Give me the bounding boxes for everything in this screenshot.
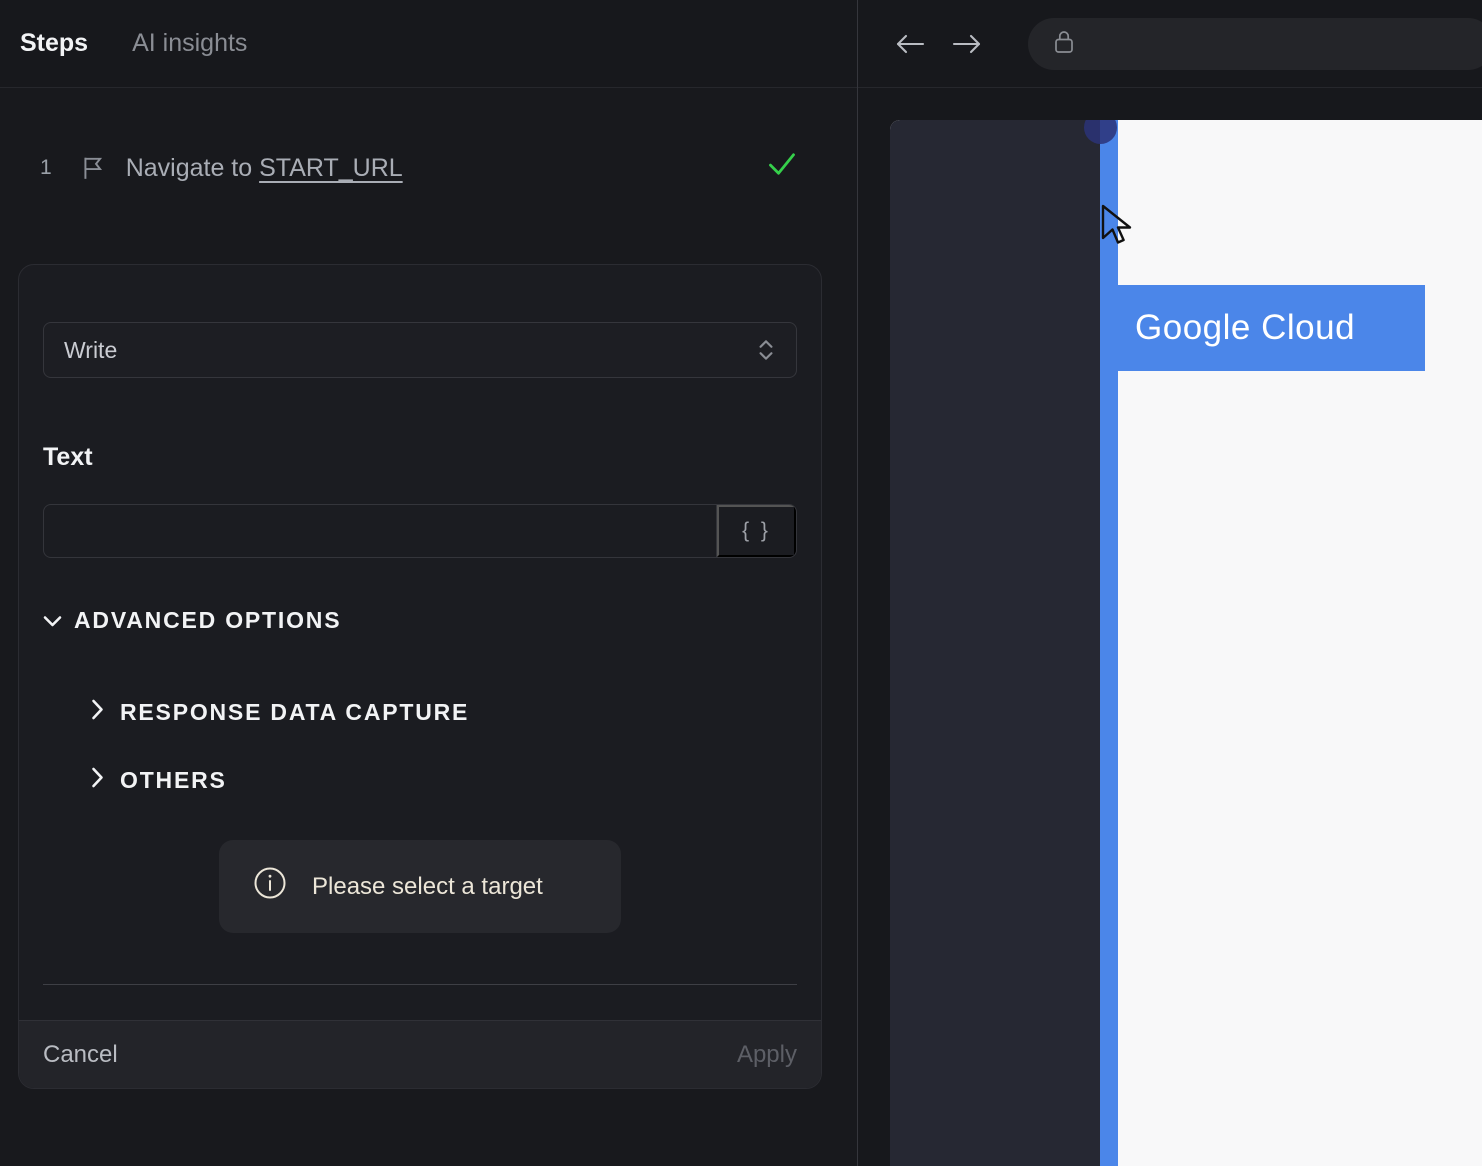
browser-panel: Google Cloud xyxy=(858,0,1482,1166)
select-target-notice-text: Please select a target xyxy=(312,872,543,900)
check-icon xyxy=(767,150,797,183)
step-label-prefix: Navigate to xyxy=(125,153,260,182)
footer-divider xyxy=(43,984,797,985)
highlighted-element[interactable]: Google Cloud xyxy=(1100,285,1425,371)
text-input-group: { } xyxy=(43,504,797,558)
response-data-capture-toggle[interactable]: RESPONSE DATA CAPTURE xyxy=(91,699,469,726)
highlighted-element-text: Google Cloud xyxy=(1135,308,1356,347)
apply-button[interactable]: Apply xyxy=(737,1041,797,1069)
response-data-capture-label: RESPONSE DATA CAPTURE xyxy=(120,699,470,725)
cursor-icon xyxy=(1101,204,1135,253)
variables-braces-button[interactable]: { } xyxy=(717,505,796,557)
others-label: OTHERS xyxy=(120,767,227,793)
browser-viewport: Google Cloud xyxy=(858,88,1482,1166)
advanced-options-toggle[interactable]: ADVANCED OPTIONS xyxy=(43,607,341,634)
chevron-down-icon xyxy=(43,607,62,634)
cancel-button[interactable]: Cancel xyxy=(43,1041,118,1069)
webpage-dark-sidebar xyxy=(890,120,1100,1166)
browser-topbar xyxy=(858,0,1482,88)
forward-arrow-icon[interactable] xyxy=(950,32,984,61)
step-start-url-link[interactable]: START_URL xyxy=(259,154,403,182)
address-bar[interactable] xyxy=(1028,18,1482,70)
step-row[interactable]: 1 Navigate to START_URL xyxy=(0,140,857,196)
info-icon xyxy=(253,866,287,907)
tab-ai-insights[interactable]: AI insights xyxy=(132,29,247,58)
steps-panel: Steps AI insights 1 Navigate to START_UR… xyxy=(0,0,857,1166)
step-editor-card: Write Text { } ADVANCED OPTIONS RESPONSE… xyxy=(18,264,822,1089)
step-number: 1 xyxy=(40,156,52,179)
action-select-value: Write xyxy=(64,336,118,363)
flag-icon xyxy=(80,155,106,181)
advanced-options-label: ADVANCED OPTIONS xyxy=(74,607,342,633)
webpage-preview[interactable]: Google Cloud xyxy=(890,120,1482,1166)
chevron-right-icon xyxy=(91,767,104,794)
back-arrow-icon[interactable] xyxy=(893,32,927,61)
select-target-notice: Please select a target xyxy=(219,840,621,933)
tab-steps[interactable]: Steps xyxy=(20,29,88,58)
step-label: Navigate to START_URL xyxy=(126,154,403,183)
chevron-right-icon xyxy=(91,699,104,726)
others-toggle[interactable]: OTHERS xyxy=(91,767,227,794)
left-topbar: Steps AI insights xyxy=(0,0,857,88)
select-chevrons-icon xyxy=(756,337,776,363)
text-input[interactable] xyxy=(44,505,717,557)
element-highlight-stripe xyxy=(1100,120,1118,1166)
text-field-label: Text xyxy=(43,443,93,471)
lock-icon xyxy=(1053,29,1075,60)
editor-footer: Cancel Apply xyxy=(19,1020,821,1088)
action-select[interactable]: Write xyxy=(43,322,797,378)
